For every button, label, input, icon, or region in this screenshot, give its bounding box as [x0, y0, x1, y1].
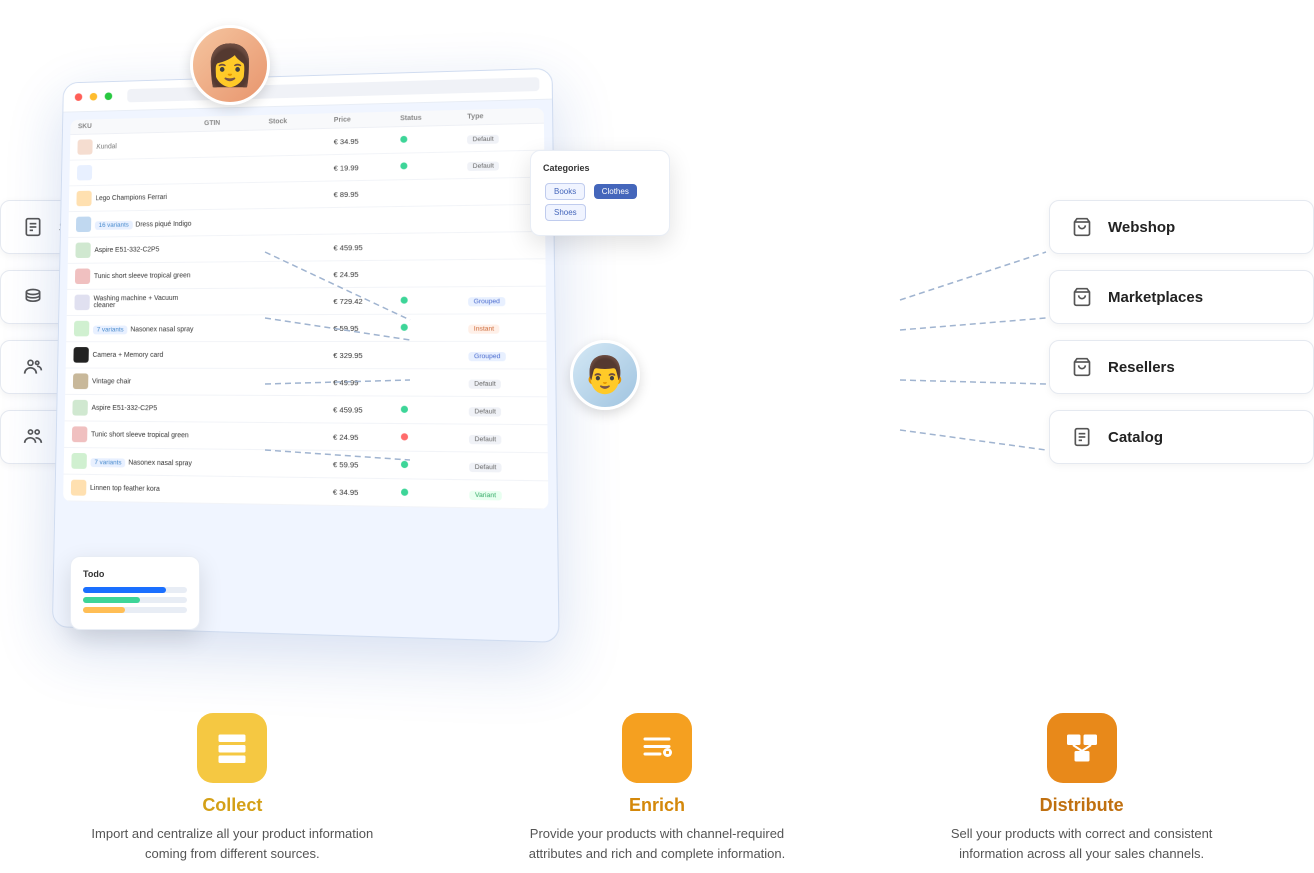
enrich-section: Enrich Provide your products with channe… [507, 713, 807, 863]
todo-popup: Todo [70, 556, 200, 630]
distribute-icon-wrap [1047, 713, 1117, 783]
cart-resellers-icon [1070, 355, 1094, 379]
main-container: Suppliers ERP Partners [0, 0, 1314, 873]
right-cards-container: Webshop Marketplaces Resellers [1049, 200, 1314, 464]
document-catalog-icon [1070, 425, 1094, 449]
catalog-label: Catalog [1108, 429, 1163, 446]
distribute-title: Distribute [932, 795, 1232, 816]
col-gtin: GTIN [204, 119, 268, 127]
center-screenshot: 👩 SKU GTIN Stock Price Status Type [10, 30, 630, 650]
collect-icon [214, 730, 250, 766]
avatar-woman: 👩 [190, 25, 270, 105]
card-marketplaces[interactable]: Marketplaces [1049, 270, 1314, 324]
collect-icon-wrap [197, 713, 267, 783]
todo-bar-3 [83, 607, 187, 613]
card-resellers[interactable]: Resellers [1049, 340, 1314, 394]
categories-title: Categories [543, 163, 657, 173]
cart-marketplaces-icon [1070, 285, 1094, 309]
bottom-section: Collect Import and centralize all your p… [0, 713, 1314, 863]
col-type: Type [467, 112, 535, 121]
table-row: Camera + Memory card € 329.95 Grouped [66, 342, 547, 370]
tag-shoes: Shoes [545, 204, 586, 221]
dot-red [75, 93, 83, 101]
table-row: Vintage chair € 49.99 Default [65, 369, 547, 398]
tag-clothes: Clothes [594, 184, 637, 199]
todo-title: Todo [83, 569, 187, 579]
dot-green [105, 92, 113, 100]
table-row: Washing machine + Vacuum cleaner € 729.4… [67, 287, 546, 316]
table-row: Linnen top feather kora € 34.95 Variant [63, 475, 548, 510]
enrich-title: Enrich [507, 795, 807, 816]
table-row: Tunic short sleeve tropical green € 24.9… [67, 259, 546, 290]
collect-title: Collect [82, 795, 382, 816]
distribute-section: Distribute Sell your products with corre… [932, 713, 1232, 863]
distribute-icon [1064, 730, 1100, 766]
resellers-label: Resellers [1108, 359, 1175, 376]
avatar-man: 👨 [570, 340, 640, 410]
collect-section: Collect Import and centralize all your p… [82, 713, 382, 863]
tag-books: Books [545, 183, 585, 200]
categories-popup: Categories Books Clothes Shoes [530, 150, 670, 236]
table-row: 7 variantsNasonex nasal spray € 59.95 In… [66, 314, 546, 342]
distribute-desc: Sell your products with correct and cons… [932, 824, 1232, 863]
todo-bar-1 [83, 587, 187, 593]
screenshot-header [63, 69, 552, 113]
cart-webshop-icon [1070, 215, 1094, 239]
col-price: Price [334, 115, 400, 123]
collect-desc: Import and centralize all your product i… [82, 824, 382, 863]
card-webshop[interactable]: Webshop [1049, 200, 1314, 254]
col-status: Status [400, 114, 467, 123]
dot-yellow [90, 93, 98, 101]
enrich-icon-wrap [622, 713, 692, 783]
enrich-icon [639, 730, 675, 766]
product-table: SKU GTIN Stock Price Status Type Kundal … [63, 108, 548, 510]
marketplaces-label: Marketplaces [1108, 289, 1203, 306]
enrich-desc: Provide your products with channel-requi… [507, 824, 807, 863]
todo-bar-2 [83, 597, 187, 603]
card-catalog[interactable]: Catalog [1049, 410, 1314, 464]
col-sku: SKU [78, 120, 204, 130]
webshop-label: Webshop [1108, 219, 1175, 236]
categories-tags: Books Clothes Shoes [543, 181, 657, 223]
table-row: Aspire E51-332-C2P5 € 459.95 Default [65, 395, 548, 425]
col-stock: Stock [268, 117, 333, 125]
